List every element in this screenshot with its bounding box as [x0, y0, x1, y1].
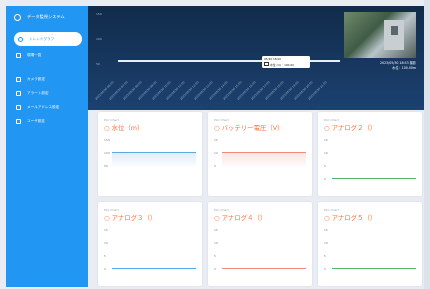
trend-chart-panel[interactable]: 150 100 50 05/30 18:00 水位 (m) : 100.00 2…: [88, 6, 424, 110]
y-tick: 10: [324, 241, 328, 245]
location-pin-icon: ○: [104, 124, 110, 132]
y-tick: 5: [214, 254, 216, 258]
card-title: ○ アナログ５（）: [324, 214, 377, 222]
y-tick: 10: [214, 151, 218, 155]
location-pin-icon: ○: [214, 124, 220, 132]
sidebar-item-camera-settings[interactable]: カメラ設定: [6, 72, 88, 86]
sidebar-item-label: 現場一覧: [27, 52, 42, 57]
sidebar-item-user-settings[interactable]: ユーザ設定: [6, 114, 88, 128]
card-title: ○ アナログ４（）: [214, 214, 267, 222]
card-title: ○ アナログ２（）: [324, 124, 377, 132]
y-tick: 50: [96, 62, 100, 66]
y-tick: 0: [324, 267, 326, 271]
sidebar-item-alert-settings[interactable]: アラート設定: [6, 86, 88, 100]
plc-chart-card[interactable]: PLC Chart ○ アナログ３（） 15 10 5 0: [98, 202, 202, 286]
sidebar-item-label: カメラ設定: [27, 76, 45, 81]
y-tick: 50: [104, 164, 108, 168]
y-tick: 0: [214, 267, 216, 271]
card-title: ○ アナログ３（）: [104, 214, 157, 222]
plc-chart-card[interactable]: PLC Chart ○ アナログ５（） 15 10 5 0: [318, 202, 422, 286]
plc-chart-card[interactable]: PLC Chart ○ アナログ２（） 15 10 5 0: [318, 112, 422, 196]
tooltip-value: 水位 (m) : 100.00: [270, 62, 294, 67]
alert-icon: [16, 90, 21, 96]
card-subtitle: PLC Chart: [324, 118, 339, 122]
camera-photo[interactable]: [344, 12, 416, 58]
location-pin-icon: ○: [214, 214, 220, 222]
card-subtitle: PLC Chart: [214, 208, 229, 212]
series-line: [112, 152, 196, 153]
y-tick: 5: [214, 164, 216, 168]
plc-chart-card[interactable]: PLC Chart ○ 水位（m） 150 100 50: [98, 112, 202, 196]
card-subtitle: PLC Chart: [214, 118, 229, 122]
plc-chart-card[interactable]: PLC Chart ○ アナログ４（） 15 10 5 0: [208, 202, 312, 286]
sidebar-item-mail-settings[interactable]: メールアドレス設定: [6, 100, 88, 114]
y-tick: 150: [96, 12, 102, 16]
card-title: ○ 水位（m）: [104, 124, 144, 132]
mail-icon: [16, 104, 21, 110]
photo-caption-level: 水位：100.00m: [392, 66, 416, 70]
y-tick: 100: [104, 151, 110, 155]
series-line: [112, 268, 196, 269]
y-tick: 0: [324, 177, 326, 181]
main-content: 150 100 50 05/30 18:00 水位 (m) : 100.00 2…: [88, 6, 424, 289]
list-icon: [16, 52, 21, 58]
y-tick: 15: [324, 228, 328, 232]
sidebar-item-site-list[interactable]: 現場一覧: [6, 48, 88, 62]
sidebar: データ監視システム トレンドグラフ 現場一覧 カメラ設定 アラート設定 メールア…: [6, 6, 88, 287]
series-line: [222, 268, 306, 269]
card-subtitle: PLC Chart: [324, 208, 339, 212]
sidebar-item-label: ユーザ設定: [27, 118, 45, 123]
legend-swatch-icon: [264, 61, 269, 66]
y-tick: 10: [214, 241, 218, 245]
plc-chart-card[interactable]: PLC Chart ○ バッテリー電圧（V） 15 10 5: [208, 112, 312, 196]
area-fill: [112, 152, 196, 168]
y-tick: 5: [324, 254, 326, 258]
user-icon: [16, 118, 21, 124]
y-tick: 5: [104, 254, 106, 258]
chart-tooltip: 05/30 18:00 水位 (m) : 100.00: [262, 56, 310, 68]
sidebar-item-label: メールアドレス設定: [27, 104, 60, 109]
card-subtitle: PLC Chart: [104, 208, 119, 212]
y-tick: 10: [104, 241, 108, 245]
sidebar-item-trend-graph[interactable]: トレンドグラフ: [14, 32, 82, 46]
y-tick: 150: [104, 138, 110, 142]
vertical-scrollbar[interactable]: [424, 0, 430, 289]
chart-icon: [18, 36, 23, 42]
location-pin-icon: ○: [324, 124, 330, 132]
sidebar-nav: トレンドグラフ 現場一覧 カメラ設定 アラート設定 メールアドレス設定 ユーザ設…: [6, 32, 88, 128]
y-tick: 0: [104, 267, 106, 271]
tooltip-value-row: 水位 (m) : 100.00: [264, 61, 308, 68]
app-logo-icon: [14, 13, 21, 21]
y-tick: 15: [104, 228, 108, 232]
camera-icon: [16, 76, 21, 82]
series-line: [222, 152, 306, 153]
location-pin-icon: ○: [324, 214, 330, 222]
y-tick: 100: [96, 37, 102, 41]
y-tick: 5: [324, 164, 326, 168]
y-tick: 15: [214, 228, 218, 232]
location-pin-icon: ○: [104, 214, 110, 222]
sidebar-item-label: トレンドグラフ: [29, 36, 55, 41]
sidebar-item-label: アラート設定: [27, 90, 49, 95]
app-title: データ監視システム: [27, 14, 65, 19]
y-tick: 15: [214, 138, 218, 142]
y-tick: 10: [324, 151, 328, 155]
card-title: ○ バッテリー電圧（V）: [214, 124, 284, 132]
y-tick: 15: [324, 138, 328, 142]
card-subtitle: PLC Chart: [104, 118, 119, 122]
brand[interactable]: データ監視システム: [6, 6, 88, 28]
series-line: [332, 178, 416, 179]
series-line: [332, 268, 416, 269]
area-fill: [222, 152, 306, 168]
